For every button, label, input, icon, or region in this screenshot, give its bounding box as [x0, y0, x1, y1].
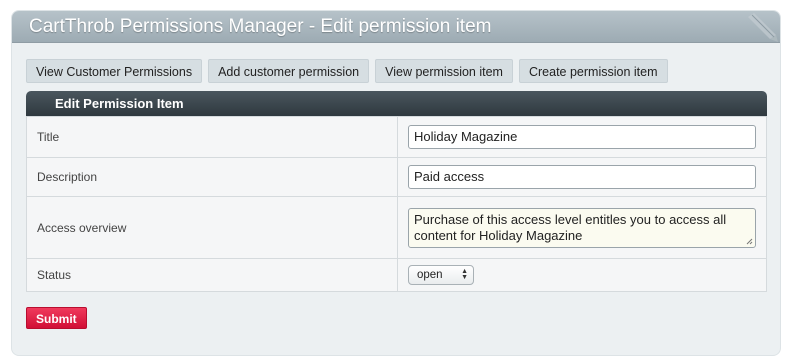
access-overview-cell: Purchase of this access level entitles y… — [397, 196, 767, 259]
title-cell: Holiday Magazine — [397, 116, 767, 158]
submit-button[interactable]: Submit — [26, 307, 87, 329]
title-row: Title Holiday Magazine — [26, 116, 767, 158]
form-table: Title Holiday Magazine Description Paid … — [26, 116, 767, 292]
view-customer-permissions-button[interactable]: View Customer Permissions — [26, 59, 203, 83]
create-permission-item-button[interactable]: Create permission item — [518, 59, 668, 83]
description-input[interactable]: Paid access — [408, 165, 756, 189]
title-input[interactable]: Holiday Magazine — [408, 125, 756, 149]
status-select-value: open — [417, 269, 443, 281]
description-label: Description — [26, 157, 398, 197]
select-arrows-icon: ▲ ▼ — [461, 268, 468, 281]
access-overview-label: Access overview — [26, 196, 398, 259]
edit-permission-form: Edit Permission Item Title Holiday Magaz… — [26, 91, 767, 292]
page-title: CartThrob Permissions Manager - Edit per… — [29, 16, 492, 37]
panel-header: CartThrob Permissions Manager - Edit per… — [12, 11, 780, 43]
pencil-icon — [748, 13, 778, 42]
description-cell: Paid access — [397, 157, 767, 197]
status-row: Status open ▲ ▼ — [26, 258, 767, 292]
access-overview-textarea[interactable]: Purchase of this access level entitles y… — [408, 207, 756, 248]
title-label: Title — [26, 116, 398, 158]
nav-button-bar: View Customer Permissions Add customer p… — [26, 59, 668, 83]
add-customer-permission-button[interactable]: Add customer permission — [208, 59, 370, 83]
permissions-manager-panel: CartThrob Permissions Manager - Edit per… — [11, 10, 781, 356]
status-select[interactable]: open ▲ ▼ — [408, 265, 474, 285]
access-overview-text: Purchase of this access level entitles y… — [414, 211, 727, 243]
description-row: Description Paid access — [26, 157, 767, 197]
status-label: Status — [26, 258, 398, 292]
form-heading: Edit Permission Item — [26, 91, 767, 116]
access-overview-row: Access overview Purchase of this access … — [26, 196, 767, 259]
view-permission-item-button[interactable]: View permission item — [375, 59, 513, 83]
resize-grip-icon[interactable] — [746, 238, 753, 245]
status-cell: open ▲ ▼ — [397, 258, 767, 292]
